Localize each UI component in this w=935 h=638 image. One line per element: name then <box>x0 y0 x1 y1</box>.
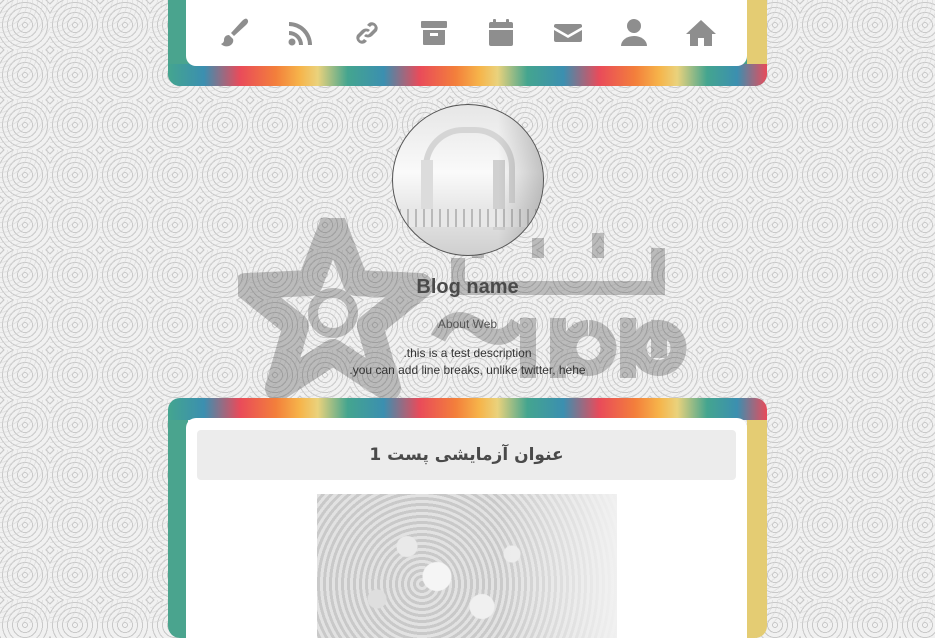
rainbow-border <box>168 398 767 420</box>
blog-profile: Blog name About Web .this is a test desc… <box>310 104 625 379</box>
description-line: .you can add line breaks, unlike twitter… <box>349 363 586 377</box>
post-title[interactable]: عنوان آزمایشی پست 1 <box>197 430 736 480</box>
archive-icon[interactable] <box>414 13 454 53</box>
blog-name[interactable]: Blog name <box>310 276 625 299</box>
user-icon[interactable] <box>614 13 654 53</box>
link-icon[interactable] <box>347 13 387 53</box>
post-image <box>317 494 617 638</box>
post-card: عنوان آزمایشی پست 1 <box>186 418 747 638</box>
calendar-icon[interactable] <box>481 13 521 53</box>
rss-icon[interactable] <box>281 13 321 53</box>
mail-icon[interactable] <box>548 13 588 53</box>
blog-description: .this is a test description .you can add… <box>310 345 625 379</box>
description-line: .this is a test description <box>403 346 532 360</box>
post-frame: عنوان آزمایشی پست 1 <box>168 398 767 638</box>
rainbow-border <box>168 64 767 86</box>
top-nav <box>186 0 747 66</box>
home-icon[interactable] <box>681 13 721 53</box>
avatar <box>391 104 544 256</box>
brush-icon[interactable] <box>214 13 254 53</box>
about-label: About Web <box>437 317 498 331</box>
top-nav-frame <box>168 0 767 86</box>
